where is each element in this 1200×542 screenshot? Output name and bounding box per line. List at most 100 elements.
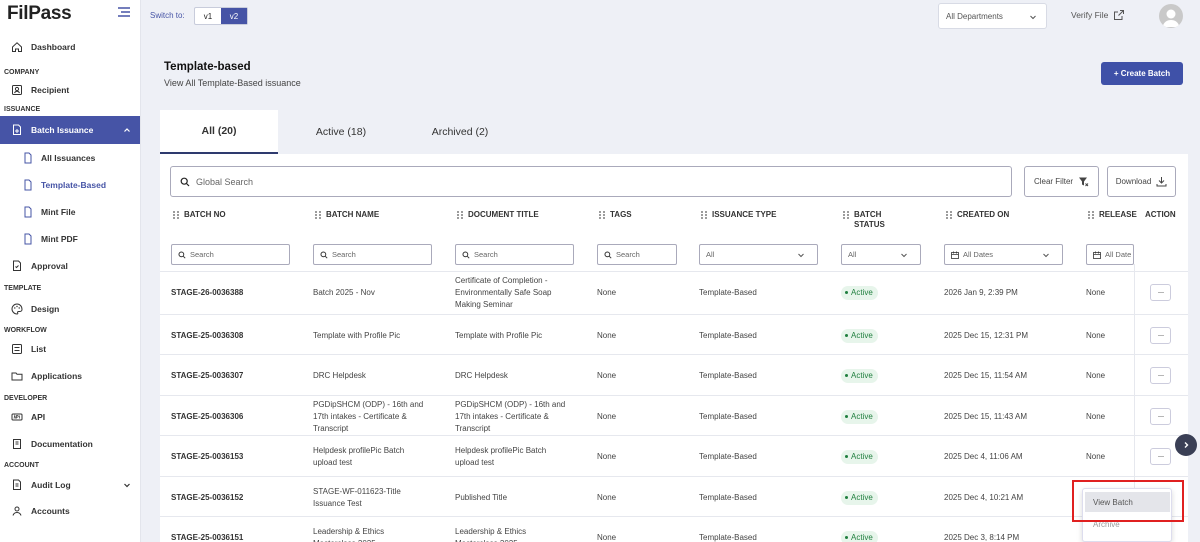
filter-placeholder: Search	[332, 250, 356, 259]
row-actions-button[interactable]: ···	[1150, 366, 1171, 384]
column-label: DOCUMENT TITLE	[468, 210, 539, 219]
row-actions-button[interactable]: ···	[1150, 326, 1171, 344]
download-label: Download	[1115, 177, 1152, 186]
version-v2-button[interactable]: v2	[221, 8, 247, 24]
sidebar-item-mint-file[interactable]: Mint File	[0, 198, 140, 225]
sidebar-item-recipient[interactable]: Recipient	[0, 79, 140, 101]
issuance-type-filter-select[interactable]: All	[699, 244, 818, 265]
clear-filter-button[interactable]: Clear Filter	[1024, 166, 1099, 197]
drag-handle-icon[interactable]	[1087, 210, 1095, 220]
status-badge: Active	[841, 409, 878, 424]
status-badge: Active	[841, 530, 878, 542]
column-header-created-on[interactable]: CREATED ON	[945, 210, 1009, 220]
drag-handle-icon[interactable]	[172, 210, 180, 220]
tab-active[interactable]: Active (18)	[278, 110, 404, 154]
batch-no-cell: STAGE-25-0036306	[171, 411, 244, 421]
drag-handle-icon[interactable]	[842, 210, 850, 220]
column-header-batch-no[interactable]: BATCH NO	[172, 210, 226, 220]
avatar[interactable]	[1159, 4, 1183, 28]
sidebar-item-audit-log[interactable]: Audit Log	[0, 472, 140, 498]
drag-handle-icon[interactable]	[456, 210, 464, 220]
page-title: Template-based	[164, 61, 251, 73]
table-row[interactable]: STAGE-25-0036307 DRC Helpdesk DRC Helpde…	[160, 354, 1188, 395]
row-actions-button[interactable]: ···	[1150, 407, 1171, 425]
sidebar-item-all-issuances[interactable]: All Issuances	[0, 144, 140, 171]
created-on-cell: 2025 Dec 4, 11:06 AM	[944, 451, 1023, 461]
table-row[interactable]: STAGE-25-0036152 STAGE-WF-011623-Title Is…	[160, 476, 1188, 517]
document-title-cell: Published Title	[455, 492, 508, 502]
section-company: COMPANY	[4, 69, 40, 76]
sidebar-item-design[interactable]: Design	[0, 295, 140, 323]
issuance-type-cell: Template-Based	[699, 330, 757, 340]
document-icon	[22, 152, 34, 164]
filpass-logo[interactable]: FilPass	[7, 3, 72, 24]
table-row[interactable]: STAGE-25-0036308 Template with Profile P…	[160, 314, 1188, 355]
download-icon	[1156, 176, 1167, 187]
column-label: ISSUANCE TYPE	[712, 210, 777, 219]
sidebar-item-mint-pdf[interactable]: Mint PDF	[0, 225, 140, 252]
version-v1-button[interactable]: v1	[195, 8, 221, 24]
menu-toggle-icon[interactable]	[117, 6, 131, 18]
tab-archived[interactable]: Archived (2)	[404, 110, 516, 154]
drag-handle-icon[interactable]	[598, 210, 606, 220]
table-row[interactable]: STAGE-25-0036306 PGDipSHCM (ODP) - 16th …	[160, 395, 1188, 436]
column-header-issuance-type[interactable]: ISSUANCE TYPE	[700, 210, 776, 220]
drag-handle-icon[interactable]	[945, 210, 953, 220]
batch-no-filter-input[interactable]: Search	[171, 244, 290, 265]
table-row[interactable]: STAGE-25-0036151 Leadership & EthicsMast…	[160, 516, 1188, 542]
document-title-filter-input[interactable]: Search	[455, 244, 574, 265]
sidebar-item-dashboard[interactable]: Dashboard	[0, 36, 140, 58]
column-header-release[interactable]: RELEASE	[1087, 210, 1137, 220]
issuance-type-cell: Template-Based	[699, 532, 757, 542]
sidebar-item-accounts[interactable]: Accounts	[0, 498, 140, 524]
column-header-document-title[interactable]: DOCUMENT TITLE	[456, 210, 539, 220]
batch-name-cell: Helpdesk profilePic Batch upload test	[313, 445, 405, 467]
row-actions-button[interactable]: ···	[1150, 283, 1171, 301]
column-header-batch-name[interactable]: BATCH NAME	[314, 210, 379, 220]
scroll-right-button[interactable]	[1175, 434, 1197, 456]
search-icon	[178, 250, 186, 259]
global-search-input[interactable]: Global Search	[170, 166, 1012, 197]
audit-log-icon	[11, 479, 23, 491]
batch-table-panel: Global Search Clear Filter Download BATC…	[160, 154, 1188, 542]
filter-placeholder: Search	[190, 250, 214, 259]
row-actions-button[interactable]: ···	[1150, 447, 1171, 465]
department-select[interactable]: All Departments	[938, 3, 1047, 29]
create-batch-button[interactable]: + Create Batch	[1101, 62, 1183, 85]
status-badge: Active	[841, 449, 878, 464]
chevron-down-icon	[121, 479, 133, 491]
column-header-tags[interactable]: TAGS	[598, 210, 632, 220]
column-header-batch-status[interactable]: BATCH STATUS	[842, 210, 885, 230]
release-date-filter[interactable]: All Date	[1086, 244, 1134, 265]
drag-handle-icon[interactable]	[700, 210, 708, 220]
batch-status-filter-select[interactable]: All	[841, 244, 921, 265]
sidebar-item-label: Documentation	[31, 439, 93, 449]
download-button[interactable]: Download	[1107, 166, 1176, 197]
sidebar-item-applications[interactable]: Applications	[0, 361, 140, 391]
document-title-cell: Leadership & EthicsMasterclass 2025	[455, 526, 527, 542]
status-label: Active	[851, 533, 873, 542]
created-on-cell: 2026 Jan 9, 2:39 PM	[944, 287, 1018, 297]
sidebar-item-list[interactable]: List	[0, 337, 140, 361]
search-icon	[180, 177, 190, 187]
sidebar-item-api[interactable]: API	[0, 405, 140, 429]
approval-icon	[11, 260, 23, 272]
tags-cell: None	[597, 287, 617, 297]
created-on-cell: 2025 Dec 15, 11:54 AM	[944, 370, 1028, 380]
drag-handle-icon[interactable]	[314, 210, 322, 220]
created-on-date-filter[interactable]: All Dates	[944, 244, 1063, 265]
chevron-down-icon	[900, 251, 908, 259]
sidebar-nav: Dashboard COMPANY Recipient ISSUANCE Bat…	[0, 36, 140, 524]
tags-filter-input[interactable]: Search	[597, 244, 677, 265]
sidebar-item-batch-issuance[interactable]: Batch Issuance	[0, 116, 140, 144]
verify-file-link[interactable]: Verify File	[1071, 9, 1125, 21]
sidebar-item-template-based[interactable]: Template-Based	[0, 171, 140, 198]
table-row[interactable]: STAGE-26-0036388 Batch 2025 - Nov Certif…	[160, 271, 1188, 312]
sidebar-item-approval[interactable]: Approval	[0, 252, 140, 280]
table-row[interactable]: STAGE-25-0036153 Helpdesk profilePic Bat…	[160, 435, 1188, 476]
batch-no-cell: STAGE-26-0036388	[171, 287, 244, 297]
batch-no-cell: STAGE-25-0036307	[171, 370, 244, 380]
tab-all[interactable]: All (20)	[160, 110, 278, 154]
batch-name-filter-input[interactable]: Search	[313, 244, 432, 265]
sidebar-item-documentation[interactable]: Documentation	[0, 429, 140, 459]
